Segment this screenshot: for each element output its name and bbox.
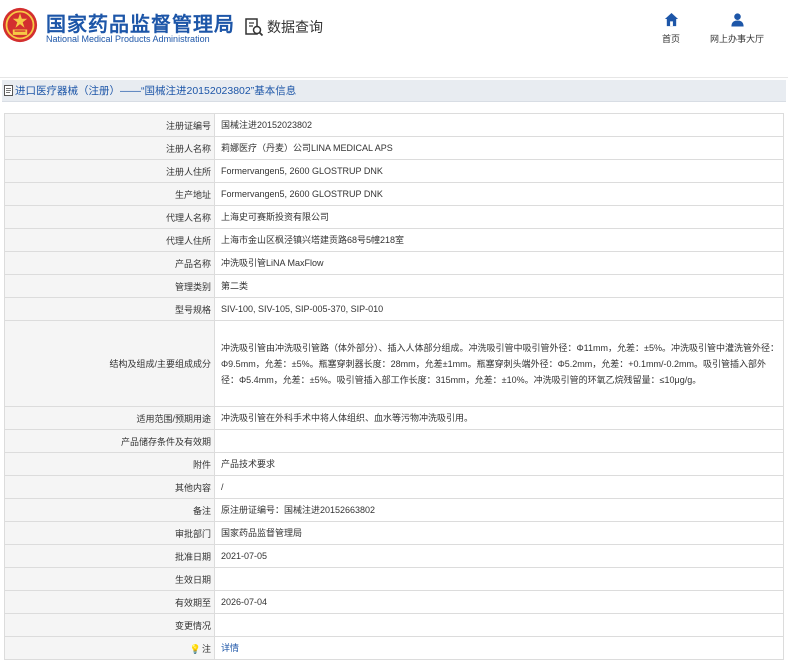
field-label: 管理类别 xyxy=(4,274,215,298)
field-value: 详情 xyxy=(214,636,784,660)
nav-home-label: 首页 xyxy=(661,34,680,44)
field-value: 上海市金山区枫泾镇兴塔建贡路68号5幢218室 xyxy=(214,228,784,252)
field-label: 型号规格 xyxy=(4,297,215,321)
table-row: 有效期至 2026-07-04 xyxy=(4,590,784,614)
table-row: 变更情况 xyxy=(4,613,784,637)
national-emblem-icon xyxy=(2,7,38,43)
nav-home[interactable]: 首页 xyxy=(658,12,684,45)
detail-title-bar: 进口医疗器械（注册）——“国械注进20152023802”基本信息 xyxy=(2,80,786,102)
field-value: 冲洗吸引管LiNA MaxFlow xyxy=(214,251,784,275)
field-value: 产品技术要求 xyxy=(214,452,784,476)
field-value: Formervangen5, 2600 GLOSTRUP DNK xyxy=(214,159,784,183)
field-value: 原注册证编号：国械注进20152663802 xyxy=(214,498,784,522)
data-query-link[interactable]: 数据查询 xyxy=(244,17,323,37)
field-value: Formervangen5, 2600 GLOSTRUP DNK xyxy=(214,182,784,206)
nav-online-service-hall-label: 网上办事大厅 xyxy=(709,34,764,44)
field-value: 冲洗吸引管在外科手术中将人体组织、血水等污物冲洗吸引用。 xyxy=(214,406,784,430)
field-value: 国家药品监督管理局 xyxy=(214,521,784,545)
home-icon xyxy=(664,12,678,27)
field-value xyxy=(214,567,784,591)
table-row: 注册人名称 莉娜医疗（丹麦）公司LINA MEDICAL APS xyxy=(4,136,784,160)
field-value: 冲洗吸引管由冲洗吸引管路（体外部分）、插入人体部分组成。冲洗吸引管中吸引管外径：… xyxy=(214,320,784,407)
table-row: 其他内容 / xyxy=(4,475,784,499)
field-label: 审批部门 xyxy=(4,521,215,545)
table-row: 附件 产品技术要求 xyxy=(4,452,784,476)
document-icon xyxy=(4,85,13,96)
table-row: 结构及组成/主要组成成分 冲洗吸引管由冲洗吸引管路（体外部分）、插入人体部分组成。… xyxy=(4,320,784,407)
org-name-en: National Medical Products Administration xyxy=(46,34,210,44)
table-row: 注册证编号 国械注进20152023802 xyxy=(4,113,784,137)
lightbulb-icon: 💡 xyxy=(189,643,201,654)
table-row: 产品名称 冲洗吸引管LiNA MaxFlow xyxy=(4,251,784,275)
field-label: 结构及组成/主要组成成分 xyxy=(4,320,215,407)
field-label: 生效日期 xyxy=(4,567,215,591)
field-label: 备注 xyxy=(4,498,215,522)
field-label: 代理人名称 xyxy=(4,205,215,229)
field-label: 产品名称 xyxy=(4,251,215,275)
table-row: 代理人名称 上海史可赛斯投资有限公司 xyxy=(4,205,784,229)
field-value xyxy=(214,613,784,637)
field-value: 第二类 xyxy=(214,274,784,298)
field-label: 有效期至 xyxy=(4,590,215,614)
table-row: 备注 原注册证编号：国械注进20152663802 xyxy=(4,498,784,522)
field-label: 适用范围/预期用途 xyxy=(4,406,215,430)
field-value: SIV-100, SIV-105, SIP-005-370, SIP-010 xyxy=(214,297,784,321)
data-query-label: 数据查询 xyxy=(267,19,323,35)
field-value: 国械注进20152023802 xyxy=(214,113,784,137)
table-row: 批准日期 2021-07-05 xyxy=(4,544,784,568)
field-label: 生产地址 xyxy=(4,182,215,206)
field-value: 莉娜医疗（丹麦）公司LINA MEDICAL APS xyxy=(214,136,784,160)
field-value xyxy=(214,429,784,453)
field-label: 注册人名称 xyxy=(4,136,215,160)
field-label: 变更情况 xyxy=(4,613,215,637)
table-row: 型号规格 SIV-100, SIV-105, SIP-005-370, SIP-0… xyxy=(4,297,784,321)
table-row: 注册人住所 Formervangen5, 2600 GLOSTRUP DNK xyxy=(4,159,784,183)
table-row: 代理人住所 上海市金山区枫泾镇兴塔建贡路68号5幢218室 xyxy=(4,228,784,252)
table-row: 💡注 详情 xyxy=(4,636,784,660)
field-label: 附件 xyxy=(4,452,215,476)
field-label: 产品储存条件及有效期 xyxy=(4,429,215,453)
field-value: 上海史可赛斯投资有限公司 xyxy=(214,205,784,229)
detail-title: 进口医疗器械（注册）——“国械注进20152023802”基本信息 xyxy=(15,85,297,97)
field-label: 代理人住所 xyxy=(4,228,215,252)
table-row: 审批部门 国家药品监督管理局 xyxy=(4,521,784,545)
org-name-cn: 国家药品监督管理局 xyxy=(46,14,235,36)
field-value: 2026-07-04 xyxy=(214,590,784,614)
field-value: 2021-07-05 xyxy=(214,544,784,568)
details-link[interactable]: 详情 xyxy=(221,643,239,653)
field-label: 注册人住所 xyxy=(4,159,215,183)
table-row: 生效日期 xyxy=(4,567,784,591)
field-label: 其他内容 xyxy=(4,475,215,499)
table-row: 管理类别 第二类 xyxy=(4,274,784,298)
table-row: 生产地址 Formervangen5, 2600 GLOSTRUP DNK xyxy=(4,182,784,206)
field-label: 注册证编号 xyxy=(4,113,215,137)
site-header: 国家药品监督管理局 National Medical Products Admi… xyxy=(0,0,788,78)
nav-online-service-hall[interactable]: 网上办事大厅 xyxy=(706,12,768,45)
field-value: / xyxy=(214,475,784,499)
table-row: 适用范围/预期用途 冲洗吸引管在外科手术中将人体组织、血水等污物冲洗吸引用。 xyxy=(4,406,784,430)
user-icon xyxy=(730,13,744,27)
table-row: 产品储存条件及有效期 xyxy=(4,429,784,453)
note-label: 注 xyxy=(201,643,211,654)
search-document-icon xyxy=(245,18,264,37)
field-label: 批准日期 xyxy=(4,544,215,568)
registration-info-table: 注册证编号 国械注进20152023802 注册人名称 莉娜医疗（丹麦）公司LINA… xyxy=(4,113,784,660)
field-label: 💡注 xyxy=(4,636,215,660)
